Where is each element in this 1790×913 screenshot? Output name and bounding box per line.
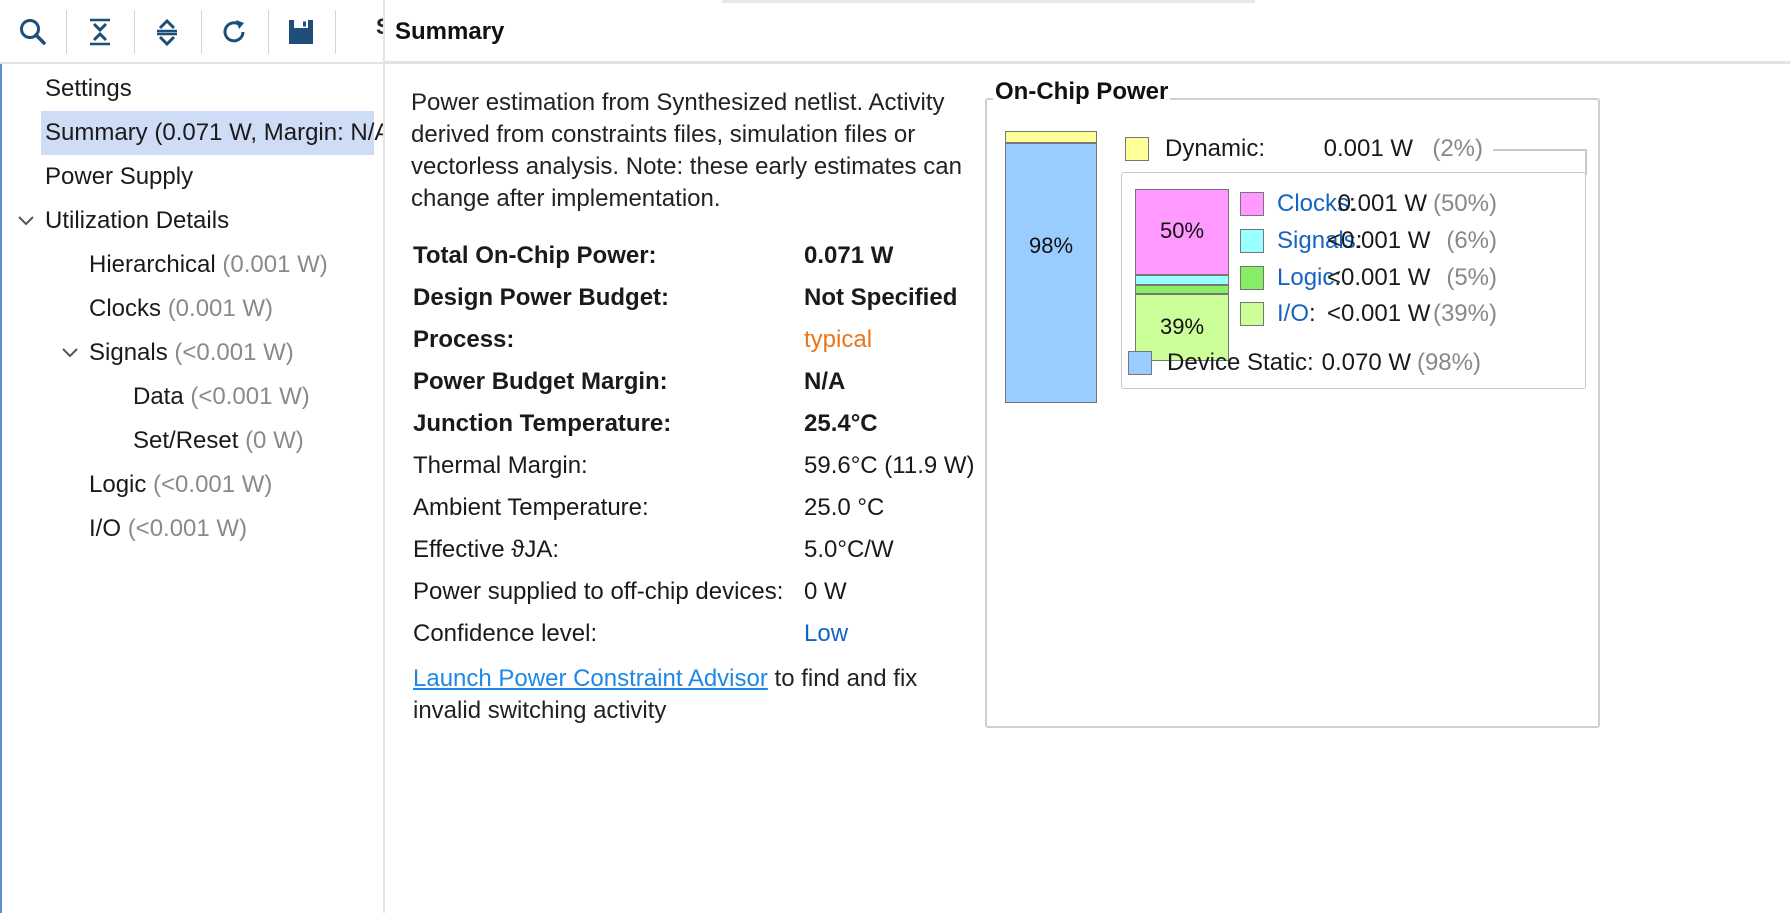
tree-item-io[interactable]: I/O (<0.001 W)	[89, 507, 247, 551]
row-value: 0.071 W	[804, 242, 894, 269]
row-value: 5.0°C/W	[804, 536, 894, 563]
on-chip-power-panel: On-Chip Power 98% 50% 39% Dynamic: 0.001…	[985, 78, 1600, 728]
tree-item-hierarchical[interactable]: Hierarchical (0.001 W)	[89, 243, 328, 287]
row-key: Confidence level:	[413, 620, 598, 647]
dyn-bar-signals-segment[interactable]	[1135, 275, 1229, 285]
chevron-down-icon[interactable]	[59, 342, 81, 364]
left-panel: S Settings Summary (0.071 W, Margin: N/A…	[0, 0, 385, 913]
dyn-bar-io-pct: 39%	[1159, 313, 1205, 339]
dynamic-frame-line	[1585, 149, 1587, 175]
row-value: 59.6°C (11.9 W)	[804, 452, 975, 479]
row-value[interactable]: Low	[804, 613, 848, 655]
row-value: 25.0 °C	[804, 494, 885, 521]
dynamic-power-bar: 50% 39%	[1135, 189, 1229, 361]
row-key: Power supplied to off-chip devices:	[413, 578, 784, 605]
page-title: Summary	[395, 18, 505, 45]
row-key: Ambient Temperature:	[413, 494, 649, 521]
legend-logic-pct: (5%)	[1446, 264, 1497, 291]
tree-item-signals[interactable]: Signals (<0.001 W)	[89, 331, 294, 375]
tree-item-settings[interactable]: Settings	[45, 67, 132, 111]
legend-io-value: <0.001 W	[1327, 300, 1431, 327]
launch-power-constraint-advisor-link[interactable]: Launch Power Constraint Advisor	[413, 665, 768, 692]
legend-dynamic-label: Dynamic:	[1165, 135, 1266, 162]
tree-item-data[interactable]: Data (<0.001 W)	[133, 375, 310, 419]
save-icon[interactable]	[278, 9, 324, 55]
main-bar-static-segment[interactable]	[1005, 143, 1097, 403]
refresh-icon[interactable]	[211, 9, 257, 55]
tree-item-summary[interactable]: Summary (0.071 W, Margin: N/A)	[41, 111, 383, 155]
legend-io: I/O:	[1277, 300, 1316, 327]
row-key: Process:	[413, 326, 515, 353]
chevron-down-icon[interactable]	[15, 210, 37, 232]
row-value[interactable]: typical	[804, 319, 872, 361]
legend-dynamic-pct: (2%)	[1432, 135, 1483, 162]
dyn-bar-clocks-pct: 50%	[1159, 218, 1205, 243]
legend-signals-pct: (6%)	[1446, 227, 1497, 254]
content-header: Summary	[385, 0, 1790, 64]
main-bar-dynamic-segment[interactable]	[1005, 131, 1097, 143]
row-key: Total On-Chip Power:	[413, 242, 657, 269]
summary-content: Power estimation from Synthesized netlis…	[385, 67, 1790, 913]
legend-logic-value: <0.001 W	[1327, 264, 1431, 291]
left-accent-line	[0, 64, 2, 913]
toolbar-overflow-label[interactable]: S	[376, 14, 383, 40]
row-value[interactable]: Not Specified	[804, 277, 957, 319]
main-bar-static-pct: 98%	[1028, 233, 1074, 258]
io-color-swatch	[1240, 302, 1264, 326]
row-key: Power Budget Margin:	[413, 368, 668, 395]
legend-dynamic-value: 0.001 W	[1323, 135, 1413, 162]
tree-item-power-supply[interactable]: Power Supply	[45, 155, 193, 199]
row-key: Thermal Margin:	[413, 452, 588, 479]
device-static-color-swatch	[1128, 351, 1152, 375]
row-key: Effective ϑJA:	[413, 536, 560, 563]
row-key: Junction Temperature:	[413, 410, 672, 437]
legend-device-static-value: 0.070 W	[1321, 349, 1411, 376]
signals-color-swatch	[1240, 229, 1264, 253]
expand-all-icon[interactable]	[144, 9, 190, 55]
row-value: 25.4°C	[804, 410, 878, 437]
row-value: N/A	[804, 368, 846, 395]
advisor-note: Launch Power Constraint Advisor to find …	[413, 663, 973, 727]
on-chip-power-title: On-Chip Power	[993, 78, 1171, 106]
tree-item-utilization-details[interactable]: Utilization Details	[45, 199, 229, 243]
legend-clocks-pct: (50%)	[1432, 190, 1497, 217]
io-link[interactable]: I/O	[1277, 300, 1309, 327]
clocks-color-swatch	[1240, 192, 1264, 216]
dyn-bar-logic-segment[interactable]	[1135, 285, 1229, 294]
logic-link[interactable]: Logic	[1277, 264, 1334, 291]
legend-device-static-label: Device Static:	[1167, 349, 1314, 376]
tree-item-clocks[interactable]: Clocks (0.001 W)	[89, 287, 273, 331]
legend-io-pct: (39%)	[1432, 300, 1497, 327]
legend-signals-value: <0.001 W	[1327, 227, 1431, 254]
dynamic-color-swatch	[1125, 137, 1149, 161]
collapse-all-icon[interactable]	[77, 9, 123, 55]
legend-clocks-value: 0.001 W	[1337, 190, 1427, 217]
tree-item-logic[interactable]: Logic (<0.001 W)	[89, 463, 272, 507]
summary-description: Power estimation from Synthesized netlis…	[411, 89, 962, 212]
header-tabstrip	[722, 0, 1255, 3]
row-key: Design Power Budget:	[413, 284, 670, 311]
main-power-bar: 98%	[1005, 131, 1097, 403]
row-value: 0 W	[804, 578, 847, 605]
tree-item-set-reset[interactable]: Set/Reset (0 W)	[133, 419, 304, 463]
legend-device-static-pct: (98%)	[1416, 349, 1481, 376]
toolbar: S	[0, 0, 383, 64]
search-icon[interactable]	[10, 9, 56, 55]
logic-color-swatch	[1240, 266, 1264, 290]
dynamic-frame-line	[1493, 149, 1587, 151]
